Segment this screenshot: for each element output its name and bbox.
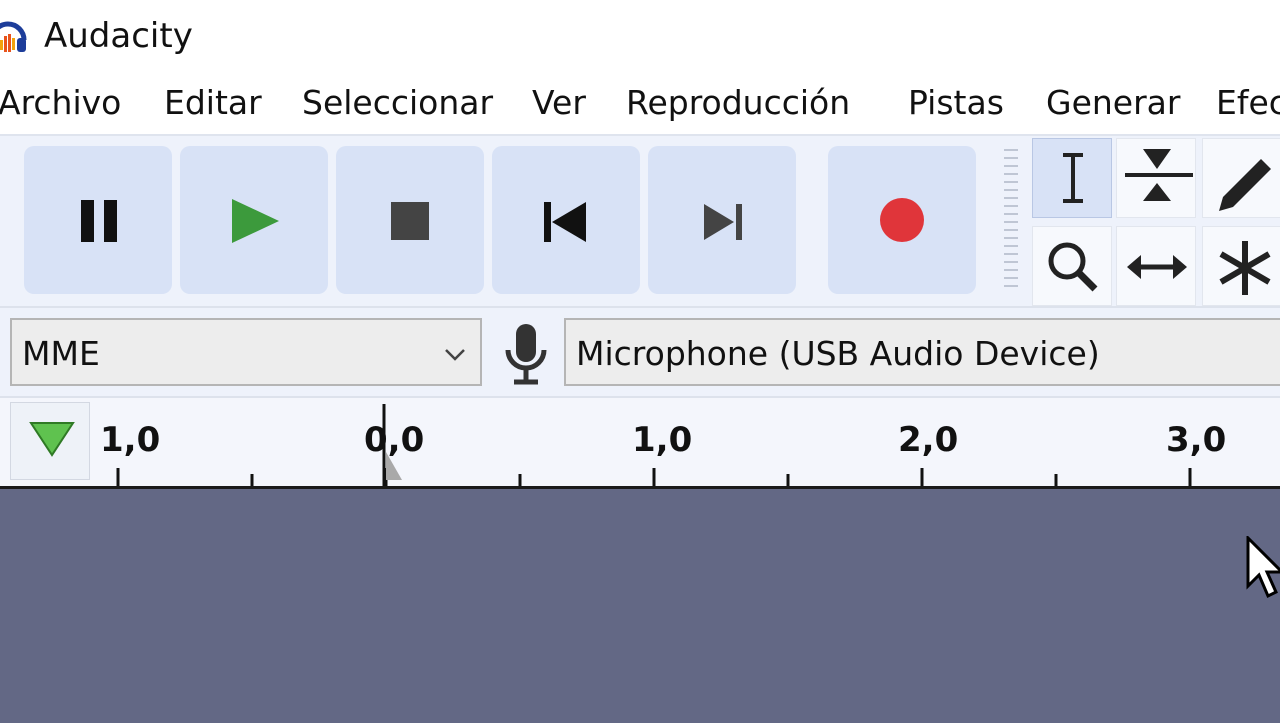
menu-generar[interactable]: Generar	[1046, 83, 1180, 122]
pencil-icon	[1219, 159, 1271, 211]
menu-reproduccion[interactable]: Reproducción	[626, 83, 850, 122]
record-icon	[880, 198, 924, 242]
time-shift-tool[interactable]	[1116, 226, 1196, 306]
envelope-icon	[1125, 149, 1193, 201]
toolbar-grip-handle[interactable]	[998, 140, 1024, 302]
ruler-label: 0,0	[364, 420, 425, 460]
input-device-value: Microphone (USB Audio Device)	[576, 334, 1100, 373]
microphone-icon	[505, 324, 547, 385]
menu-ver[interactable]: Ver	[532, 83, 586, 122]
mouse-pointer-icon	[1246, 536, 1280, 599]
zoom-tool[interactable]	[1032, 226, 1112, 306]
double-arrow-icon	[1127, 255, 1187, 279]
track-area[interactable]	[0, 486, 1280, 723]
skip-to-start-button[interactable]	[492, 146, 640, 294]
menu-efectos[interactable]: Efec	[1216, 83, 1280, 122]
i-beam-icon	[1063, 153, 1083, 203]
ruler-label: 3,0	[1166, 420, 1227, 460]
stop-button[interactable]	[336, 146, 484, 294]
menu-archivo[interactable]: Archivo	[0, 83, 121, 122]
audacity-logo-icon	[0, 21, 27, 52]
skip-start-icon	[544, 202, 586, 242]
menu-editar[interactable]: Editar	[164, 83, 262, 122]
multi-tool[interactable]	[1202, 226, 1280, 306]
play-button[interactable]	[180, 146, 328, 294]
stop-icon	[391, 202, 429, 240]
pause-icon	[81, 200, 117, 242]
asterisk-icon	[1219, 241, 1271, 295]
draw-tool[interactable]	[1202, 138, 1280, 218]
pause-button[interactable]	[24, 146, 172, 294]
envelope-tool[interactable]	[1116, 138, 1196, 218]
skip-to-end-button[interactable]	[648, 146, 796, 294]
chevron-down-icon[interactable]	[440, 340, 470, 370]
magnifier-icon	[1048, 242, 1098, 292]
ruler-label: 2,0	[898, 420, 959, 460]
selection-tool[interactable]	[1032, 138, 1112, 218]
play-icon	[232, 199, 279, 243]
menu-pistas[interactable]: Pistas	[908, 83, 1004, 122]
skip-end-icon	[704, 204, 742, 240]
audio-host-value: MME	[22, 334, 100, 373]
window-title: Audacity	[44, 16, 193, 56]
ruler-label: 1,0	[100, 420, 161, 460]
record-button[interactable]	[828, 146, 976, 294]
menu-seleccionar[interactable]: Seleccionar	[302, 83, 493, 122]
ruler-label: 1,0	[632, 420, 693, 460]
